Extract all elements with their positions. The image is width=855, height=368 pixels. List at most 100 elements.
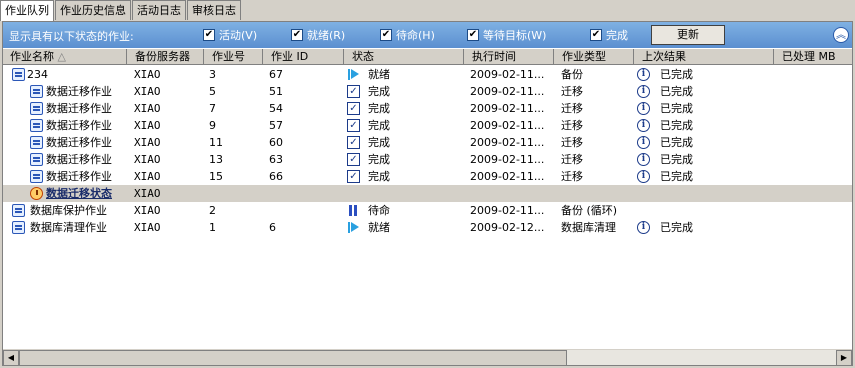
tab-activity-log[interactable]: 活动日志 xyxy=(132,0,186,20)
scrollbar-thumb[interactable] xyxy=(19,350,567,366)
scroll-right-icon[interactable]: ▶ xyxy=(836,350,852,366)
job-type: 迁移 xyxy=(561,153,583,166)
filter-complete[interactable]: ✔ 完成 xyxy=(590,27,628,43)
play-icon xyxy=(347,221,360,234)
job-no: 15 xyxy=(209,170,223,183)
play-icon xyxy=(347,68,360,81)
job-id: 6 xyxy=(269,221,276,234)
filter-ready-checkbox[interactable]: ✔ xyxy=(291,29,303,41)
filter-onhold[interactable]: ✔ 待命(H) xyxy=(380,27,435,43)
job-type: 备份 xyxy=(561,68,583,81)
column-header-job-name[interactable]: 作业名称 △ xyxy=(3,49,127,65)
scroll-left-icon[interactable]: ◀ xyxy=(3,350,19,366)
column-header-job-no[interactable]: 作业号 xyxy=(204,49,263,65)
last-result: 已完成 xyxy=(660,119,693,132)
job-no: 7 xyxy=(209,102,216,115)
job-no: 11 xyxy=(209,136,223,149)
last-result: 已完成 xyxy=(660,153,693,166)
chevron-double-up-icon[interactable]: ︽ xyxy=(833,27,849,43)
job-name: 数据迁移作业 xyxy=(46,136,112,149)
table-row[interactable]: 数据迁移作业 XIAO 11 60 ✓ 完成 2009-02-11... 迁移 … xyxy=(3,134,852,151)
status: 完成 xyxy=(368,153,390,166)
filter-waiting-target-checkbox[interactable]: ✔ xyxy=(467,29,479,41)
job-no: 2 xyxy=(209,204,216,217)
job-no: 13 xyxy=(209,153,223,166)
table-row[interactable]: 数据库保护作业 XIAO 2 待命 2009-02-11... 备份 (循环) xyxy=(3,202,852,219)
job-id: 63 xyxy=(269,153,283,166)
job-queue-panel: 显示具有以下状态的作业: ✔ 活动(V) ✔ 就绪(R) ✔ 待命(H) ✔ 等… xyxy=(2,21,853,366)
backup-server: XIAO xyxy=(134,85,161,98)
table-row-selected[interactable]: 数据迁移状态 XIAO xyxy=(3,185,852,202)
filter-active[interactable]: ✔ 活动(V) xyxy=(203,27,257,43)
filter-active-checkbox[interactable]: ✔ xyxy=(203,29,215,41)
column-header-job-type[interactable]: 作业类型 xyxy=(554,49,634,65)
job-type: 迁移 xyxy=(561,136,583,149)
refresh-button[interactable]: 更新 xyxy=(651,25,725,45)
filter-onhold-label: 待命(H) xyxy=(396,29,435,42)
filter-complete-label: 完成 xyxy=(606,29,628,42)
run-time: 2009-02-11... xyxy=(470,136,545,149)
last-result: 已完成 xyxy=(660,102,693,115)
tab-job-queue[interactable]: 作业队列 xyxy=(0,0,54,21)
status: 待命 xyxy=(368,204,390,217)
job-name: 数据库清理作业 xyxy=(30,221,107,234)
job-icon xyxy=(12,204,25,217)
check-icon: ✓ xyxy=(347,136,360,149)
backup-server: XIAO xyxy=(134,68,161,81)
job-name[interactable]: 数据迁移状态 xyxy=(46,185,112,202)
column-header-status[interactable]: 状态 xyxy=(344,49,464,65)
job-name: 数据迁移作业 xyxy=(46,119,112,132)
table-row[interactable]: 数据迁移作业 XIAO 7 54 ✓ 完成 2009-02-11... 迁移 i… xyxy=(3,100,852,117)
tab-audit-log[interactable]: 审核日志 xyxy=(187,0,241,20)
filter-ready[interactable]: ✔ 就绪(R) xyxy=(291,27,345,43)
job-name: 数据迁移作业 xyxy=(46,170,112,183)
backup-server: XIAO xyxy=(134,119,161,132)
backup-server: XIAO xyxy=(134,170,161,183)
job-type: 迁移 xyxy=(561,85,583,98)
status: 完成 xyxy=(368,102,390,115)
job-icon xyxy=(30,153,43,166)
table-row[interactable]: 数据库清理作业 XIAO 1 6 就绪 2009-02-12... 数据库清理 … xyxy=(3,219,852,236)
clock-icon xyxy=(30,187,43,200)
job-type: 迁移 xyxy=(561,119,583,132)
table-row[interactable]: 234 XIAO 3 67 就绪 2009-02-11... 备份 i 已完成 xyxy=(3,66,852,83)
table-row[interactable]: 数据迁移作业 XIAO 9 57 ✓ 完成 2009-02-11... 迁移 i… xyxy=(3,117,852,134)
column-header-last-result[interactable]: 上次结果 xyxy=(634,49,774,65)
horizontal-scrollbar[interactable]: ◀ ▶ xyxy=(3,349,852,366)
job-id: 54 xyxy=(269,102,283,115)
filter-complete-checkbox[interactable]: ✔ xyxy=(590,29,602,41)
status: 完成 xyxy=(368,170,390,183)
job-id: 60 xyxy=(269,136,283,149)
job-icon xyxy=(30,85,43,98)
check-icon: ✓ xyxy=(347,170,360,183)
filter-waiting-target[interactable]: ✔ 等待目标(W) xyxy=(467,27,546,43)
backup-server: XIAO xyxy=(134,204,161,217)
tab-strip: 作业队列 作业历史信息 活动日志 审核日志 xyxy=(0,0,855,21)
job-no: 9 xyxy=(209,119,216,132)
job-name: 数据迁移作业 xyxy=(46,153,112,166)
check-icon: ✓ xyxy=(347,119,360,132)
table-row[interactable]: 数据迁移作业 XIAO 5 51 ✓ 完成 2009-02-11... 迁移 i… xyxy=(3,83,852,100)
info-icon: i xyxy=(637,85,650,98)
filter-title: 显示具有以下状态的作业: xyxy=(9,30,134,43)
job-id: 57 xyxy=(269,119,283,132)
job-type: 迁移 xyxy=(561,102,583,115)
filter-active-label: 活动(V) xyxy=(219,29,258,42)
column-header-run-time[interactable]: 执行时间 xyxy=(464,49,554,65)
tab-job-history[interactable]: 作业历史信息 xyxy=(55,0,131,20)
column-header-backup-server[interactable]: 备份服务器 xyxy=(127,49,204,65)
info-icon: i xyxy=(637,68,650,81)
run-time: 2009-02-11... xyxy=(470,170,545,183)
run-time: 2009-02-11... xyxy=(470,85,545,98)
run-time: 2009-02-11... xyxy=(470,204,545,217)
backup-server: XIAO xyxy=(134,187,161,200)
filter-onhold-checkbox[interactable]: ✔ xyxy=(380,29,392,41)
table-row[interactable]: 数据迁移作业 XIAO 15 66 ✓ 完成 2009-02-11... 迁移 … xyxy=(3,168,852,185)
last-result: 已完成 xyxy=(660,170,693,183)
job-id: 67 xyxy=(269,68,283,81)
last-result: 已完成 xyxy=(660,85,693,98)
table-row[interactable]: 数据迁移作业 XIAO 13 63 ✓ 完成 2009-02-11... 迁移 … xyxy=(3,151,852,168)
info-icon: i xyxy=(637,102,650,115)
column-header-processed-mb[interactable]: 已处理 MB xyxy=(774,49,852,65)
column-header-job-id[interactable]: 作业 ID xyxy=(263,49,344,65)
